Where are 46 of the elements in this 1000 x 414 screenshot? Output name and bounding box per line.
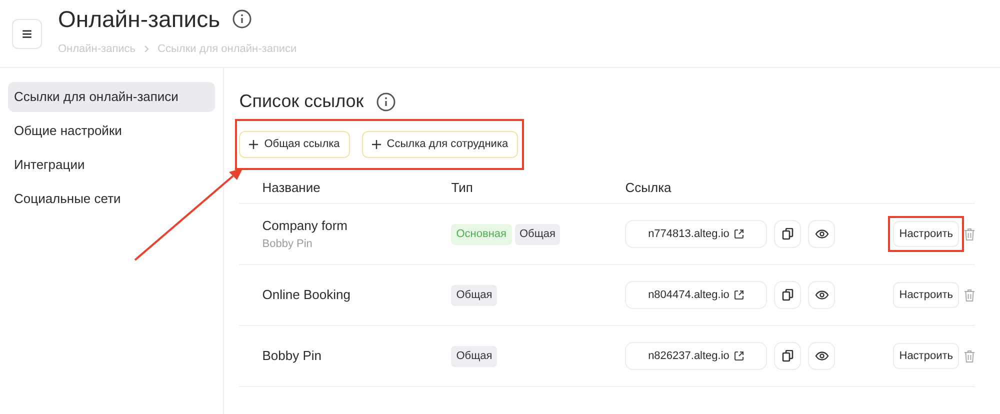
chevron-icon [144, 44, 150, 53]
eye-icon [814, 229, 829, 239]
type-tag: Общая [514, 224, 560, 244]
section-title: Список ссылок [239, 90, 364, 113]
copy-button[interactable] [774, 281, 802, 309]
column-header: Название [262, 180, 320, 195]
eye-icon [814, 351, 829, 361]
create-link-button[interactable]: Ссылка для сотрудника [362, 131, 518, 158]
external-link-icon [734, 351, 744, 361]
type-tag: Основная [451, 224, 512, 244]
create-link-button[interactable]: Общая ссылка [239, 131, 350, 158]
page-title: Онлайн-запись [58, 5, 220, 34]
preview-button[interactable] [808, 220, 836, 248]
type-tag: Общая [451, 284, 498, 306]
configure-button[interactable]: Настроить [893, 343, 959, 370]
copy-button[interactable] [774, 342, 802, 370]
configure-button[interactable]: Настроить [893, 282, 959, 308]
link-name: Company form [262, 217, 348, 235]
trash-icon [964, 350, 975, 362]
info-icon[interactable] [232, 9, 252, 30]
configure-button[interactable]: Настроить [893, 221, 959, 248]
plus-icon [249, 140, 258, 149]
menu-button[interactable]: ≡ [12, 18, 42, 48]
link-name: Online Booking [262, 286, 352, 304]
link-name: Bobby Pin [262, 347, 323, 366]
trash-icon [964, 288, 975, 302]
preview-button[interactable] [808, 342, 836, 370]
eye-icon [814, 290, 829, 300]
external-link-icon [734, 290, 744, 300]
column-header: Тип [451, 180, 473, 195]
column-header: Ссылка [625, 180, 672, 195]
copy-icon [782, 350, 794, 362]
copy-button[interactable] [774, 220, 802, 248]
employee-name: Bobby Pin [262, 236, 314, 252]
trash-icon [964, 228, 975, 240]
link-button[interactable]: n774813.alteg.io [625, 220, 768, 248]
copy-icon [782, 228, 794, 240]
preview-button[interactable] [808, 281, 836, 309]
link-button[interactable]: n826237.alteg.io [625, 342, 768, 370]
sidebar-item[interactable]: Ссылки для онлайн-записи [8, 82, 216, 112]
copy-icon [782, 289, 794, 301]
link-button[interactable]: n804474.alteg.io [625, 281, 768, 309]
info-icon[interactable] [376, 92, 396, 112]
external-link-icon [734, 229, 744, 239]
type-tag: Общая [451, 346, 498, 366]
plus-icon [372, 140, 381, 149]
